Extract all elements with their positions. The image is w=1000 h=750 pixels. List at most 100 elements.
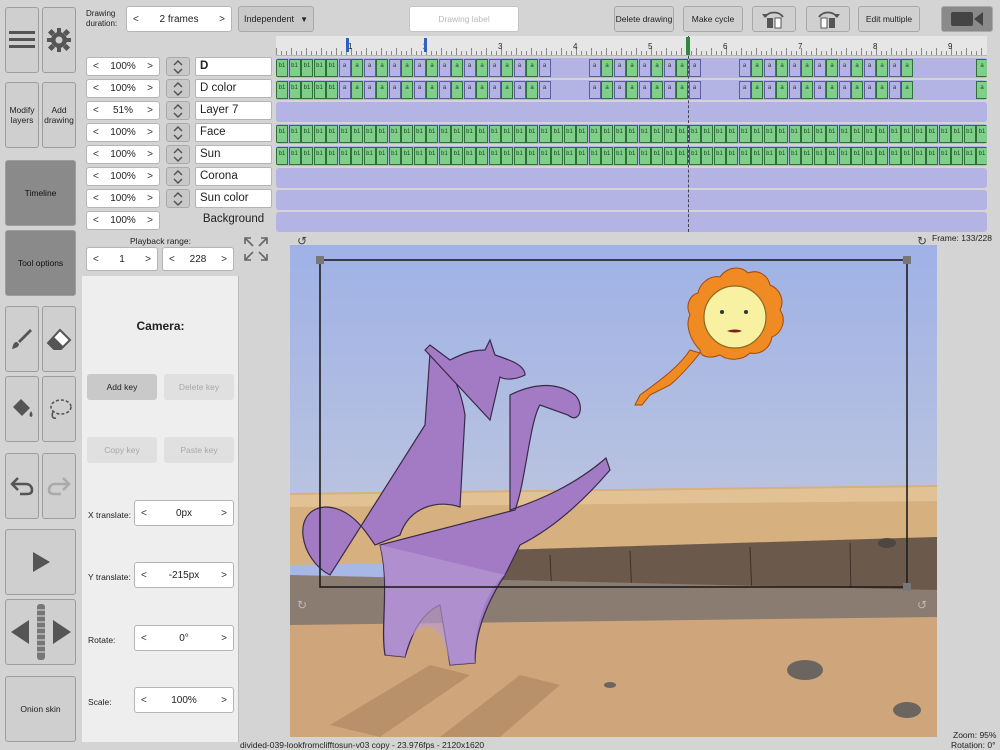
timeline-cell[interactable]: b1 [351, 125, 363, 143]
timeline-cell[interactable]: b1 [438, 147, 451, 165]
timeline-cell[interactable]: a [801, 59, 813, 77]
timeline-cell[interactable]: b1 [526, 125, 538, 143]
timeline-cell[interactable]: a [501, 81, 513, 99]
rotate-handle-top-right[interactable]: ↻ [917, 234, 927, 248]
timeline-cell[interactable]: a [363, 59, 376, 77]
timeline-cell[interactable]: a [351, 59, 363, 77]
scale-increment[interactable]: > [221, 695, 227, 706]
duration-increment[interactable]: > [219, 14, 225, 25]
timeline-cell[interactable]: a [626, 81, 638, 99]
timeline-cell[interactable]: b1 [876, 147, 888, 165]
menu-button[interactable] [5, 7, 39, 73]
timeline-cell[interactable]: a [838, 81, 851, 99]
layer-zoom-decrement[interactable]: < [93, 215, 99, 226]
layer-name[interactable]: Background [195, 211, 272, 230]
layer-zoom-stepper[interactable]: <100% > [86, 189, 160, 208]
timeline-cell[interactable]: b1 [926, 125, 938, 143]
timeline-cell[interactable]: a [513, 81, 526, 99]
layer-name[interactable]: Sun color [195, 189, 272, 208]
timeline-cell[interactable]: a [851, 59, 863, 77]
timeline-cell[interactable]: b1 [563, 125, 576, 143]
timeline-cell[interactable]: b1 [863, 125, 876, 143]
timeline-cell[interactable]: b1 [976, 147, 987, 165]
timeline-cell[interactable]: a [388, 59, 401, 77]
timeline-cell[interactable]: b1 [476, 125, 488, 143]
timeline-cell[interactable]: b1 [313, 59, 326, 77]
timeline-cell[interactable]: b1 [776, 147, 788, 165]
timeline-cell[interactable]: b1 [338, 147, 351, 165]
timeline-cell[interactable]: a [426, 59, 438, 77]
timeline-cell[interactable]: a [826, 81, 838, 99]
timeline-cell[interactable]: b1 [463, 147, 476, 165]
lasso-tool-button[interactable] [42, 376, 76, 442]
layer-expand-toggle[interactable] [166, 57, 190, 76]
layer-zoom-stepper[interactable]: <100% > [86, 167, 160, 186]
undo-button[interactable] [5, 453, 39, 519]
playback-end-stepper[interactable]: < 228 > [162, 247, 234, 271]
layer-zoom-decrement[interactable]: < [93, 127, 99, 138]
timeline-cell[interactable]: a [338, 81, 351, 99]
timeline-cell[interactable]: b1 [651, 125, 663, 143]
timeline-cell[interactable]: a [976, 59, 987, 77]
timeline-cell[interactable]: b1 [788, 125, 801, 143]
timeline-cell[interactable]: a [688, 59, 701, 77]
x-translate-decrement[interactable]: < [141, 508, 147, 519]
layer-name[interactable]: Layer 7 [195, 101, 272, 120]
layer-zoom-increment[interactable]: > [147, 215, 153, 226]
timeline-cell[interactable]: b1 [438, 125, 451, 143]
layer-expand-toggle[interactable] [166, 145, 190, 164]
x-translate-increment[interactable]: > [221, 508, 227, 519]
timeline-cell[interactable]: a [351, 81, 363, 99]
layer-zoom-stepper[interactable]: <100% > [86, 123, 160, 142]
timeline-cell[interactable]: b1 [663, 147, 676, 165]
timeline-cell[interactable]: a [901, 59, 913, 77]
scale-stepper[interactable]: < 100% > [134, 687, 234, 713]
flip-right-button[interactable] [806, 6, 850, 32]
timeline-cell[interactable]: b1 [801, 147, 813, 165]
timeline-cell[interactable]: a [738, 59, 751, 77]
timeline-cell[interactable]: a [626, 59, 638, 77]
timeline-cell[interactable]: a [788, 59, 801, 77]
timeline-cell[interactable]: a [526, 81, 538, 99]
timeline-cell[interactable]: b1 [901, 125, 913, 143]
timeline-cell[interactable]: a [513, 59, 526, 77]
timeline-cell[interactable]: b1 [726, 147, 738, 165]
timeline-cell[interactable]: a [601, 59, 613, 77]
timeline-cell[interactable]: a [376, 59, 388, 77]
timeline-cell[interactable]: b1 [501, 147, 513, 165]
layer-track[interactable]: b1 b1 b1 b1 b1 b1 b1 b1 b1 b1 b1 b1 b1 b1 b1 b1 b1 b1 b1 b1… [276, 146, 987, 166]
timeline-cell[interactable]: b1 [676, 147, 688, 165]
timeline-cell[interactable]: b1 [976, 125, 987, 143]
redo-button[interactable] [42, 453, 76, 519]
timeline-cell[interactable]: b1 [701, 147, 713, 165]
timeline-cell[interactable]: a [526, 59, 538, 77]
timeline-cell[interactable]: a [638, 59, 651, 77]
timeline-cell[interactable]: b1 [463, 125, 476, 143]
timeline-cell[interactable]: b1 [688, 125, 701, 143]
add-key-button[interactable]: Add key [87, 374, 157, 400]
timeline-cell[interactable]: b1 [388, 125, 401, 143]
timeline-cell[interactable]: b1 [351, 147, 363, 165]
play-button[interactable] [5, 529, 76, 595]
timeline-cell[interactable]: b1 [363, 147, 376, 165]
timeline-cell[interactable]: b1 [551, 147, 563, 165]
timeline-cell[interactable]: b1 [913, 147, 926, 165]
timeline-cell[interactable]: a [663, 59, 676, 77]
layer-zoom-increment[interactable]: > [147, 171, 153, 182]
timeline-cell[interactable]: a [538, 81, 551, 99]
timeline-cell[interactable]: b1 [326, 59, 338, 77]
timeline-ruler[interactable]: 123456789 [276, 36, 987, 56]
timeline-cell[interactable]: b1 [751, 125, 763, 143]
layer-zoom-stepper[interactable]: <100% > [86, 211, 160, 230]
layer-name[interactable]: Corona [195, 167, 272, 186]
timeline-cell[interactable]: a [776, 81, 788, 99]
add-drawing-button[interactable]: Add drawing [42, 82, 76, 148]
flip-left-button[interactable] [752, 6, 796, 32]
timeline-cell[interactable]: a [813, 59, 826, 77]
playback-end-decrement[interactable]: < [169, 254, 175, 265]
timeline-cell[interactable]: b1 [313, 81, 326, 99]
timeline-cell[interactable]: b1 [901, 147, 913, 165]
timeline-cell[interactable]: b1 [388, 147, 401, 165]
keyframe-marker-1[interactable] [346, 38, 349, 52]
timeline-cell[interactable]: b1 [288, 147, 301, 165]
